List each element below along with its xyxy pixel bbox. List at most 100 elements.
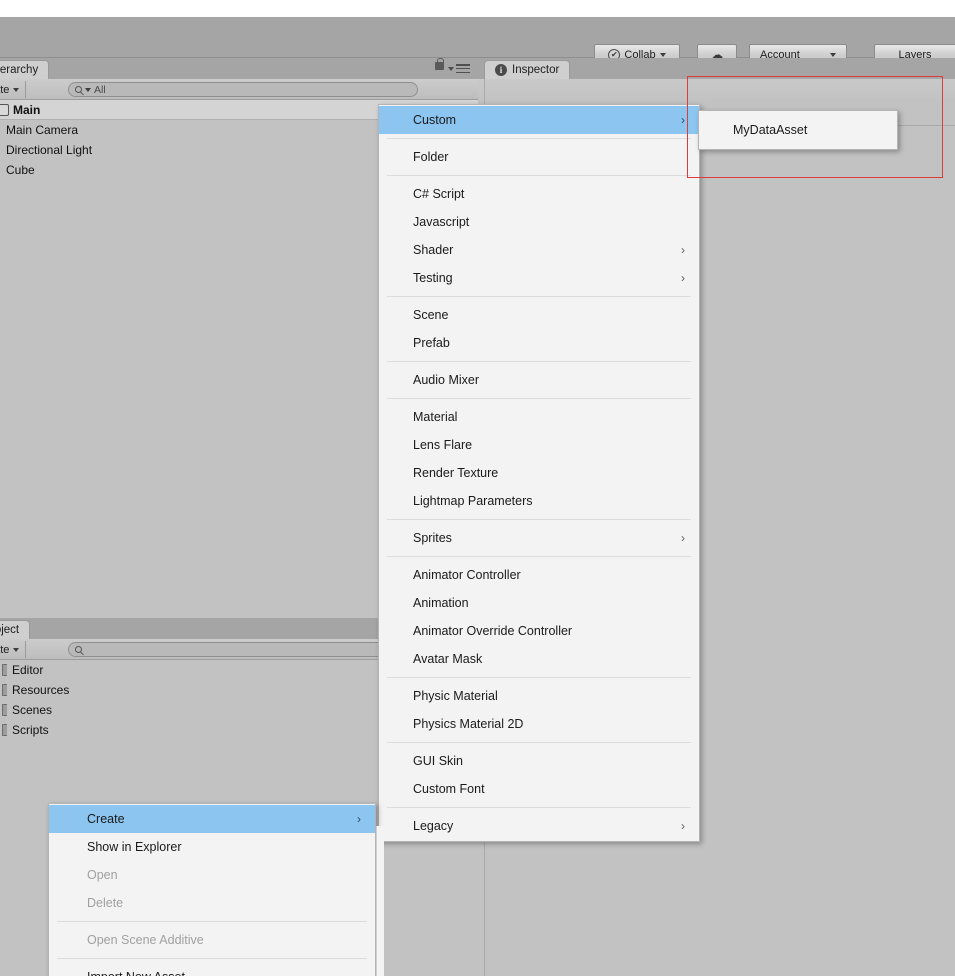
tab-project-label: roject	[0, 624, 20, 636]
menu-item-label: Testing	[413, 271, 453, 285]
menu-item-label: Open Scene Additive	[87, 933, 204, 947]
create-menu-item[interactable]: Animator Controller	[379, 561, 699, 589]
hierarchy-create-label: eate	[0, 83, 10, 96]
create-menu-item[interactable]: Avatar Mask	[379, 645, 699, 673]
menu-item-label: Material	[413, 410, 458, 424]
context-menu-item[interactable]: Show in Explorer	[49, 833, 375, 861]
menu-item-label: Lightmap Parameters	[413, 494, 533, 508]
menu-item-label: Avatar Mask	[413, 652, 483, 666]
hierarchy-search-input[interactable]: All	[68, 82, 418, 97]
menu-item-label: Physics Material 2D	[413, 717, 524, 731]
create-menu-item[interactable]: Shader ›	[379, 236, 699, 264]
tab-project[interactable]: roject	[0, 620, 31, 639]
create-menu-item[interactable]: Javascript	[379, 208, 699, 236]
project-context-menu[interactable]: Create › Show in Explorer Open Delete Open Sc…	[48, 803, 376, 976]
hierarchy-item-label: Main Camera	[6, 123, 79, 137]
create-menu-item[interactable]: Lightmap Parameters	[379, 487, 699, 515]
create-menu-item[interactable]: Legacy ›	[379, 812, 699, 840]
menu-item-label: Show in Explorer	[87, 840, 182, 854]
create-menu-item[interactable]: Animator Override Controller	[379, 617, 699, 645]
chevron-right-icon: ›	[681, 531, 685, 545]
lock-icon[interactable]	[435, 58, 444, 70]
create-menu-item[interactable]: Render Texture	[379, 459, 699, 487]
unity-editor-window: ✔ Collab ☁ Account Layers Hierarchy eate	[0, 0, 955, 976]
menu-item-label: Legacy	[413, 819, 454, 833]
context-menu-item: Open Scene Additive	[49, 926, 375, 954]
create-menu-item[interactable]: GUI Skin	[379, 747, 699, 775]
folder-icon	[2, 664, 7, 676]
create-menu-item[interactable]: Prefab	[379, 329, 699, 357]
menu-separator	[387, 398, 691, 399]
create-menu-item[interactable]: C# Script	[379, 180, 699, 208]
chevron-right-icon: ›	[357, 812, 361, 826]
create-menu-item[interactable]: Material	[379, 403, 699, 431]
project-item-label: Editor	[12, 663, 44, 677]
menu-separator	[387, 556, 691, 557]
context-menu-item[interactable]: Create ›	[49, 805, 375, 833]
menu-item-label: Folder	[413, 150, 449, 164]
info-icon: i	[495, 64, 507, 76]
search-icon	[75, 646, 82, 653]
custom-submenu[interactable]: MyDataAsset	[698, 110, 898, 150]
menu-separator	[387, 807, 691, 808]
create-menu-item[interactable]: Custom Font	[379, 775, 699, 803]
create-menu-item[interactable]: Folder	[379, 143, 699, 171]
menu-item-label: GUI Skin	[413, 754, 464, 768]
menu-item-label: Javascript	[413, 215, 470, 229]
create-menu-item[interactable]: Testing ›	[379, 264, 699, 292]
create-menu-item[interactable]: Custom ›	[379, 106, 699, 134]
menu-item-label: Open	[87, 868, 118, 882]
chevron-right-icon: ›	[681, 243, 685, 257]
chevron-right-icon: ›	[681, 271, 685, 285]
menu-item-label: Animator Controller	[413, 568, 521, 582]
chevron-right-icon: ›	[681, 819, 685, 833]
project-create-button[interactable]: eate	[0, 641, 27, 658]
folder-icon	[2, 724, 7, 736]
chevron-down-icon	[13, 647, 20, 652]
folder-icon	[2, 704, 7, 716]
chevron-down-icon	[659, 52, 666, 57]
menu-item-label: Render Texture	[413, 466, 499, 480]
menu-item-label: Shader	[413, 243, 454, 257]
menu-separator	[387, 138, 691, 139]
menu-separator	[387, 361, 691, 362]
menu-item-label: Audio Mixer	[413, 373, 479, 387]
create-menu-item[interactable]: Lens Flare	[379, 431, 699, 459]
chevron-down-icon	[13, 87, 20, 92]
tab-inspector[interactable]: i Inspector	[484, 60, 571, 79]
context-menu-scrollbar[interactable]	[376, 826, 384, 976]
menu-separator	[387, 296, 691, 297]
project-item-label: Scenes	[12, 703, 53, 717]
create-menu-item[interactable]: Sprites ›	[379, 524, 699, 552]
create-menu-item[interactable]: Animation	[379, 589, 699, 617]
create-menu[interactable]: Custom › Folder C# Script Javascript Shader › T…	[378, 104, 700, 842]
menu-item-label: Physic Material	[413, 689, 498, 703]
custom-submenu-item[interactable]: MyDataAsset	[699, 115, 897, 145]
menu-item-label: Create	[87, 812, 125, 826]
create-menu-item[interactable]: Audio Mixer	[379, 366, 699, 394]
hierarchy-item-label: Main	[13, 102, 41, 117]
tab-hierarchy[interactable]: Hierarchy	[0, 60, 50, 79]
menu-item-label: Delete	[87, 896, 124, 910]
search-icon	[75, 86, 82, 93]
menu-separator	[57, 958, 367, 959]
menu-item-label: Sprites	[413, 531, 452, 545]
menu-item-label: Custom Font	[413, 782, 485, 796]
menu-item-label: Prefab	[413, 336, 450, 350]
menu-item-label: Custom	[413, 113, 457, 127]
context-menu-item[interactable]: Import New Asset...	[49, 963, 375, 976]
hierarchy-search-value: All	[94, 83, 106, 96]
project-search-input[interactable]	[68, 642, 398, 657]
menu-separator	[57, 921, 367, 922]
hamburger-menu-icon[interactable]	[456, 64, 470, 73]
create-menu-item[interactable]: Scene	[379, 301, 699, 329]
folder-icon	[2, 684, 7, 696]
create-menu-item[interactable]: Physic Material	[379, 682, 699, 710]
chevron-down-icon	[448, 67, 454, 71]
inspector-tabstrip: i Inspector	[478, 58, 955, 79]
menu-item-label: Lens Flare	[413, 438, 473, 452]
menu-item-label: C# Script	[413, 187, 465, 201]
create-menu-item[interactable]: Physics Material 2D	[379, 710, 699, 738]
menu-item-label: MyDataAsset	[733, 123, 808, 137]
hierarchy-create-button[interactable]: eate	[0, 81, 27, 98]
